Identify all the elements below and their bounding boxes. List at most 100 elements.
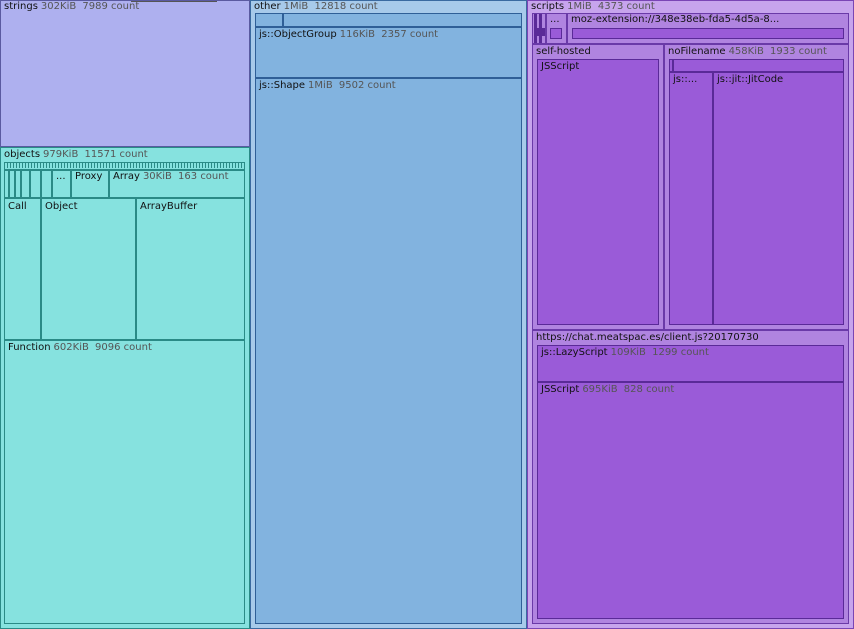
lazyscript-label: js::LazyScript 109KiB 1299 count	[541, 347, 709, 359]
objects-tick	[79, 163, 80, 168]
call-node[interactable]: Call	[4, 198, 41, 340]
objectgroup-count: 2357 count	[381, 29, 439, 40]
call-label: Call	[8, 201, 27, 212]
proxy-node[interactable]: Proxy	[71, 170, 109, 198]
objects-size: 979KiB	[43, 149, 79, 160]
objectgroup-node[interactable]: js::ObjectGroup 116KiB 2357 count	[255, 27, 522, 78]
nofilename-name: noFilename	[668, 46, 726, 57]
objects-tiny-6[interactable]	[41, 170, 52, 198]
shape-size: 1MiB	[308, 80, 333, 91]
objects-label: objects 979KiB 11571 count	[4, 149, 148, 161]
jsdots-label: js::...	[673, 74, 698, 85]
objects-tick	[193, 163, 194, 168]
other-small-1[interactable]	[255, 13, 283, 27]
objects-small-strip[interactable]	[4, 162, 245, 170]
objects-tick	[232, 163, 233, 168]
objects-tick	[82, 163, 83, 168]
objects-tick	[121, 163, 122, 168]
objects-tick	[43, 163, 44, 168]
array-node[interactable]: Array 30KiB 163 count	[109, 170, 245, 198]
function-node[interactable]: Function 602KiB 9096 count	[4, 340, 245, 624]
objects-tick	[118, 163, 119, 168]
objects-tick	[16, 163, 17, 168]
objects-tick	[214, 163, 215, 168]
objects-tick	[46, 163, 47, 168]
objects-tick	[211, 163, 212, 168]
objects-tick	[64, 163, 65, 168]
objects-tick	[163, 163, 164, 168]
objects-tick	[37, 163, 38, 168]
arraybuffer-node[interactable]: ArrayBuffer	[136, 198, 245, 340]
scripts-ellipsis: ...	[550, 14, 560, 25]
objects-tick	[166, 163, 167, 168]
objects-tick	[142, 163, 143, 168]
objects-tick	[127, 163, 128, 168]
meatspac-jsscript-node[interactable]: JSScript 695KiB 828 count	[537, 382, 844, 619]
objects-tick	[76, 163, 77, 168]
objects-tiny-5[interactable]	[30, 170, 41, 198]
mozext-node[interactable]: moz-extension://348e38eb-fda5-4d5a-8...	[567, 13, 849, 44]
objects-tick	[226, 163, 227, 168]
nofilename-count: 1933 count	[770, 46, 827, 57]
objects-tick	[151, 163, 152, 168]
nofilename-label: noFilename 458KiB 1933 count	[668, 46, 827, 58]
shape-node[interactable]: js::Shape 1MiB 9502 count	[255, 78, 522, 624]
objects-tick	[34, 163, 35, 168]
objects-tick	[154, 163, 155, 168]
objects-name: objects	[4, 149, 41, 160]
other-label: other 1MiB 12818 count	[254, 1, 378, 13]
objects-ellipsis-node[interactable]: ...	[52, 170, 71, 198]
objects-tick	[49, 163, 50, 168]
scripts-size: 1MiB	[567, 1, 592, 12]
objects-tick	[178, 163, 179, 168]
lazyscript-node[interactable]: js::LazyScript 109KiB 1299 count	[537, 345, 844, 382]
objects-tick	[22, 163, 23, 168]
jsdots-node[interactable]: js::...	[669, 72, 713, 325]
objects-tick	[241, 163, 242, 168]
objects-tick	[217, 163, 218, 168]
strings-node[interactable]: strings 302KiB 7989 count	[0, 0, 250, 147]
object-node[interactable]: Object	[41, 198, 136, 340]
objects-tiny-4[interactable]	[21, 170, 30, 198]
shape-name: js::Shape	[259, 80, 306, 91]
other-count: 12818 count	[314, 1, 378, 12]
scripts-ellipsis-child[interactable]	[550, 28, 562, 39]
shape-count: 9502 count	[338, 80, 396, 91]
function-label: Function 602KiB 9096 count	[8, 342, 152, 354]
scripts-ellipsis-node[interactable]: ...	[546, 13, 567, 44]
scripts-small-group[interactable]	[532, 13, 546, 44]
objects-tick	[25, 163, 26, 168]
proxy-label: Proxy	[75, 171, 103, 182]
strings-count: 7989 count	[82, 1, 140, 12]
objects-tick	[196, 163, 197, 168]
function-name: Function	[8, 342, 51, 353]
objects-tick	[88, 163, 89, 168]
objects-tick	[172, 163, 173, 168]
objects-tick	[67, 163, 68, 168]
objects-tick	[103, 163, 104, 168]
other-small-2[interactable]	[283, 13, 522, 27]
selfhosted-jsscript-label: JSScript	[541, 61, 580, 72]
mozext-child[interactable]	[572, 28, 844, 39]
array-name: Array	[113, 171, 140, 182]
array-label: Array 30KiB 163 count	[113, 171, 229, 183]
objects-tick	[7, 163, 8, 168]
objects-tick	[58, 163, 59, 168]
objects-tick	[109, 163, 110, 168]
objectgroup-name: js::ObjectGroup	[259, 29, 337, 40]
objects-tick	[97, 163, 98, 168]
objects-tick	[28, 163, 29, 168]
jitcode-label: js::jit::JitCode	[717, 74, 784, 85]
jitcode-node[interactable]: js::jit::JitCode	[713, 72, 844, 325]
objects-tick	[229, 163, 230, 168]
selfhosted-jsscript-node[interactable]: JSScript	[537, 59, 659, 325]
objects-tick	[70, 163, 71, 168]
array-count: 163 count	[178, 171, 229, 182]
function-count: 9096 count	[95, 342, 152, 353]
objects-tick	[136, 163, 137, 168]
meatspac-jsscript-count: 828 count	[623, 384, 675, 395]
objects-tick	[187, 163, 188, 168]
nofilename-small-2[interactable]	[673, 59, 844, 72]
objects-tick	[169, 163, 170, 168]
objectgroup-label: js::ObjectGroup 116KiB 2357 count	[259, 29, 438, 41]
